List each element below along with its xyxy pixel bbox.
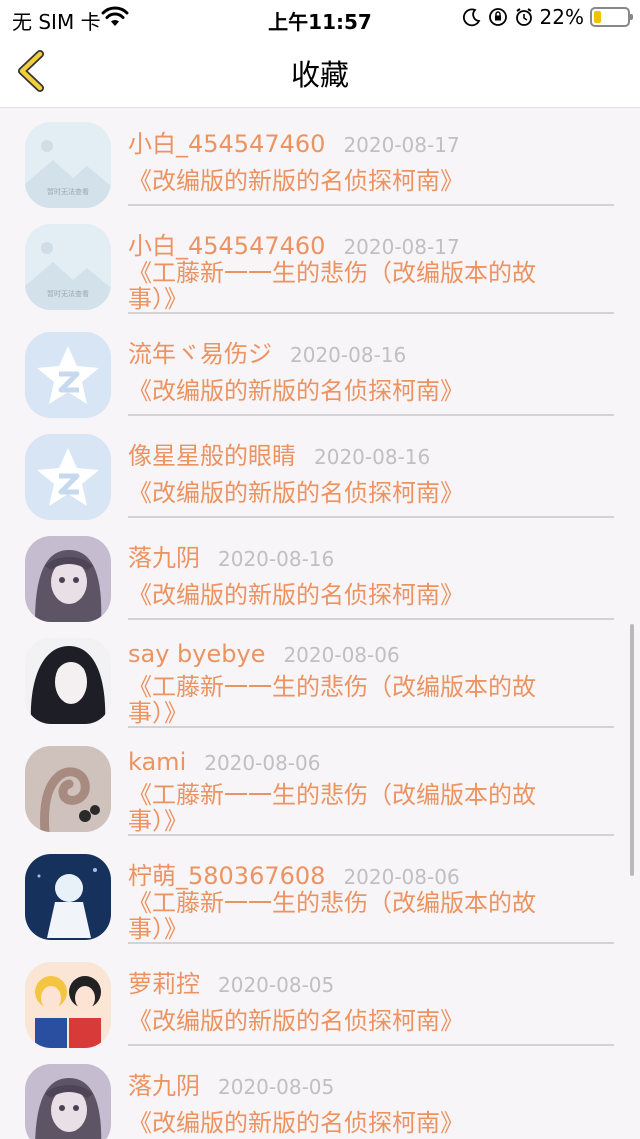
favorite-item[interactable]: 萝莉控 2020-08-05 《改编版的新版的名侦探柯南》 [0,948,640,1050]
item-separator [128,516,614,518]
favorite-content: kami 2020-08-06 《工藤新一一生的悲伤（改编版本的故事）》 [128,748,614,834]
status-bar: 无 SIM 卡 上午11:57 22% [0,0,640,34]
avatar[interactable] [25,638,111,724]
favorite-header: 小白_454547460 2020-08-17 [128,124,614,158]
item-separator [128,942,614,944]
battery-fill [594,11,602,23]
orientation-lock-icon [488,8,507,26]
favorite-content: 像星星般的眼睛 2020-08-16 《改编版的新版的名侦探柯南》 [128,436,614,506]
item-separator [128,726,614,728]
avatar[interactable]: 暂时无法查看 [25,224,111,310]
favorite-header: 流年ヾ易伤ジ 2020-08-16 [128,334,614,368]
user-name[interactable]: 柠萌_580367608 [128,856,325,891]
book-title[interactable]: 《改编版的新版的名侦探柯南》 [128,168,614,194]
favorite-content: 流年ヾ易伤ジ 2020-08-16 《改编版的新版的名侦探柯南》 [128,334,614,404]
favorite-item[interactable]: 暂时无法查看 小白_454547460 2020-08-17 《改编版的新版的名侦探柯… [0,108,640,210]
favorite-item[interactable]: 像星星般的眼睛 2020-08-16 《改编版的新版的名侦探柯南》 [0,420,640,522]
user-name[interactable]: 小白_454547460 [128,124,325,159]
book-title[interactable]: 《改编版的新版的名侦探柯南》 [128,1008,614,1034]
favorite-date: 2020-08-16 [314,445,431,469]
favorite-date: 2020-08-06 [283,643,400,667]
favorite-date: 2020-08-05 [218,1075,335,1099]
avatar[interactable]: 暂时无法查看 [25,122,111,208]
avatar[interactable] [25,536,111,622]
book-title[interactable]: 《改编版的新版的名侦探柯南》 [128,1110,614,1136]
favorite-item[interactable]: 柠萌_580367608 2020-08-06 《工藤新一一生的悲伤（改编版本的故事… [0,840,640,948]
book-title[interactable]: 《工藤新一一生的悲伤（改编版本的故事）》 [128,782,614,834]
favorite-content: 小白_454547460 2020-08-17 《改编版的新版的名侦探柯南》 [128,124,614,194]
favorite-item[interactable]: 落九阴 2020-08-05 《改编版的新版的名侦探柯南》 [0,1050,640,1139]
favorites-list[interactable]: 暂时无法查看 小白_454547460 2020-08-17 《改编版的新版的名侦探柯… [0,108,640,1139]
favorite-header: 落九阴 2020-08-16 [128,538,614,572]
alarm-icon [515,8,532,26]
favorite-content: 柠萌_580367608 2020-08-06 《工藤新一一生的悲伤（改编版本的故事… [128,856,614,942]
favorite-header: 落九阴 2020-08-05 [128,1066,614,1100]
avatar[interactable] [25,1064,111,1139]
item-separator [128,204,614,206]
moon-icon [462,8,480,27]
favorite-content: 萝莉控 2020-08-05 《改编版的新版的名侦探柯南》 [128,964,614,1034]
user-name[interactable]: 落九阴 [128,538,200,573]
user-name[interactable]: 小白_454547460 [128,226,325,261]
favorite-header: 像星星般的眼睛 2020-08-16 [128,436,614,470]
status-right: 22% [462,5,633,29]
page-title: 收藏 [290,58,349,92]
item-separator [128,1044,614,1046]
item-separator [128,618,614,620]
user-name[interactable]: 流年ヾ易伤ジ [128,334,272,369]
svg-text:暂时无法查看: 暂时无法查看 [47,187,89,196]
navigation-bar: 收藏 [0,34,640,108]
favorite-content: 小白_454547460 2020-08-17 《工藤新一一生的悲伤（改编版本的故事… [128,226,614,312]
favorite-date: 2020-08-16 [218,547,335,571]
avatar[interactable] [25,434,111,520]
favorite-header: kami 2020-08-06 [128,748,614,782]
svg-text:暂时无法查看: 暂时无法查看 [47,289,89,298]
scrollbar[interactable] [630,624,634,876]
avatar[interactable] [25,746,111,832]
user-name[interactable]: 落九阴 [128,1066,200,1101]
avatar[interactable] [25,962,111,1048]
item-separator [128,312,614,314]
book-title[interactable]: 《改编版的新版的名侦探柯南》 [128,582,614,608]
book-title[interactable]: 《改编版的新版的名侦探柯南》 [128,480,614,506]
item-separator [128,414,614,416]
favorite-content: say byebye 2020-08-06 《工藤新一一生的悲伤（改编版本的故事）》 [128,640,614,726]
user-name[interactable]: 萝莉控 [128,964,200,999]
favorite-header: say byebye 2020-08-06 [128,640,614,674]
user-name[interactable]: say byebye [128,640,265,668]
avatar[interactable] [25,854,111,940]
user-name[interactable]: 像星星般的眼睛 [128,436,296,471]
book-title[interactable]: 《改编版的新版的名侦探柯南》 [128,378,614,404]
book-title[interactable]: 《工藤新一一生的悲伤（改编版本的故事）》 [128,260,614,312]
favorite-date: 2020-08-06 [204,751,321,775]
favorite-item[interactable]: say byebye 2020-08-06 《工藤新一一生的悲伤（改编版本的故事）》 [0,624,640,732]
favorite-date: 2020-08-06 [343,865,460,889]
book-title[interactable]: 《工藤新一一生的悲伤（改编版本的故事）》 [128,890,614,942]
favorite-item[interactable]: kami 2020-08-06 《工藤新一一生的悲伤（改编版本的故事）》 [0,732,640,840]
avatar[interactable] [25,332,111,418]
favorite-item[interactable]: 暂时无法查看 小白_454547460 2020-08-17 《工藤新一一生的悲伤（改… [0,210,640,318]
favorite-header: 柠萌_580367608 2020-08-06 [128,856,614,890]
favorite-date: 2020-08-16 [290,343,407,367]
favorite-date: 2020-08-05 [218,973,335,997]
favorite-item[interactable]: 流年ヾ易伤ジ 2020-08-16 《改编版的新版的名侦探柯南》 [0,318,640,420]
item-separator [128,834,614,836]
book-title[interactable]: 《工藤新一一生的悲伤（改编版本的故事）》 [128,674,614,726]
favorite-item[interactable]: 落九阴 2020-08-16 《改编版的新版的名侦探柯南》 [0,522,640,624]
favorite-content: 落九阴 2020-08-16 《改编版的新版的名侦探柯南》 [128,538,614,608]
favorite-date: 2020-08-17 [343,235,460,259]
battery-icon [590,7,633,27]
favorite-header: 萝莉控 2020-08-05 [128,964,614,998]
favorite-date: 2020-08-17 [343,133,460,157]
favorite-header: 小白_454547460 2020-08-17 [128,226,614,260]
user-name[interactable]: kami [128,748,186,776]
battery-percent: 22% [539,5,584,29]
favorite-content: 落九阴 2020-08-05 《改编版的新版的名侦探柯南》 [128,1066,614,1136]
